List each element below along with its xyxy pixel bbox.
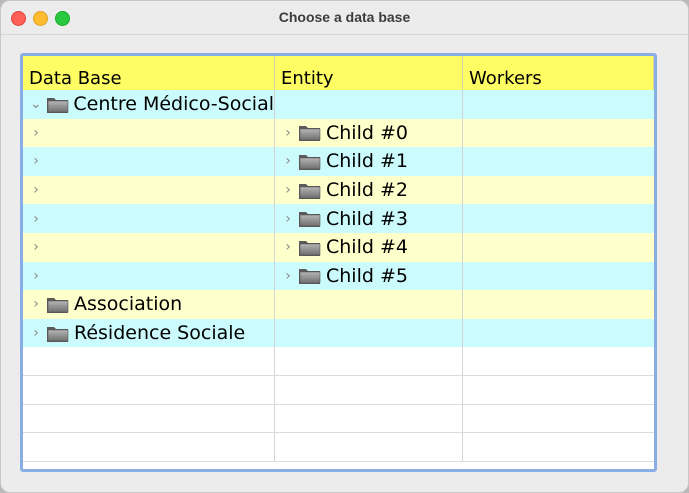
folder-icon xyxy=(46,95,70,114)
empty-row xyxy=(23,375,654,405)
chevron-right-icon[interactable]: › xyxy=(280,153,296,169)
folder-icon xyxy=(46,295,70,314)
folder-icon xyxy=(298,123,322,142)
empty-row xyxy=(23,347,654,376)
workers-cell[interactable] xyxy=(463,319,654,348)
outline-grid: Data Base Entity Workers ⌄ Centre Médico-… xyxy=(23,56,654,462)
entity-cell[interactable]: › Child #1 xyxy=(275,147,463,176)
chevron-right-icon[interactable]: › xyxy=(28,268,44,284)
data-base-cell[interactable]: › xyxy=(23,261,275,291)
dialog-window: Choose a data base Data Base Entity Work… xyxy=(0,0,689,493)
empty-cell xyxy=(275,404,463,433)
row-label: Child #5 xyxy=(326,264,408,287)
data-base-cell[interactable]: › xyxy=(23,147,275,176)
data-base-cell[interactable]: › xyxy=(23,232,275,262)
entity-cell[interactable]: › Child #0 xyxy=(275,118,463,148)
chevron-right-icon[interactable]: › xyxy=(28,239,44,255)
entity-cell[interactable]: › Child #2 xyxy=(275,175,463,205)
table-row[interactable]: › Association xyxy=(23,290,654,319)
workers-cell[interactable] xyxy=(463,204,654,233)
table-row[interactable]: › Résidence Sociale xyxy=(23,318,654,348)
workers-cell[interactable] xyxy=(463,262,654,291)
folder-icon xyxy=(298,152,322,171)
empty-row xyxy=(23,433,654,462)
workers-cell[interactable] xyxy=(463,176,654,205)
chevron-right-icon[interactable]: › xyxy=(280,125,296,141)
empty-cell xyxy=(275,433,463,461)
empty-cell xyxy=(463,433,654,461)
entity-cell[interactable] xyxy=(275,290,463,319)
column-header-workers[interactable]: Workers xyxy=(463,56,654,90)
chevron-right-icon[interactable]: › xyxy=(28,211,44,227)
chevron-right-icon[interactable]: › xyxy=(280,268,296,284)
entity-cell[interactable] xyxy=(275,90,463,119)
table-row[interactable]: › › Child #3 xyxy=(23,204,654,233)
empty-cell xyxy=(463,405,654,433)
workers-cell[interactable] xyxy=(463,119,654,148)
chevron-right-icon[interactable]: › xyxy=(280,239,296,255)
table-row[interactable]: › › Child #2 xyxy=(23,175,654,205)
empty-cell xyxy=(463,376,654,404)
empty-cell xyxy=(23,347,275,375)
row-label: Association xyxy=(74,293,183,316)
row-label: Child #0 xyxy=(326,121,408,144)
chevron-right-icon[interactable]: › xyxy=(28,153,44,169)
workers-cell[interactable] xyxy=(463,90,654,119)
table-row[interactable]: › › Child #5 xyxy=(23,261,654,291)
data-base-cell[interactable]: › xyxy=(23,118,275,148)
chevron-right-icon[interactable]: › xyxy=(28,296,44,312)
empty-cell xyxy=(463,347,654,375)
table-row[interactable]: › › Child #1 xyxy=(23,147,654,176)
entity-cell[interactable]: › Child #4 xyxy=(275,232,463,262)
empty-cell xyxy=(23,404,275,433)
row-label: Centre Médico-Social xyxy=(73,93,274,116)
folder-icon xyxy=(298,181,322,200)
row-label: Résidence Sociale xyxy=(74,322,246,345)
folder-icon xyxy=(298,266,322,285)
data-base-cell[interactable]: ⌄ Centre Médico-Social xyxy=(23,90,275,119)
chevron-right-icon[interactable]: › xyxy=(28,182,44,198)
column-header-entity[interactable]: Entity xyxy=(275,56,463,90)
row-label: Child #4 xyxy=(326,236,408,259)
empty-cell xyxy=(23,375,275,404)
entity-cell[interactable] xyxy=(275,318,463,348)
row-label: Child #3 xyxy=(326,207,408,230)
window-title: Choose a data base xyxy=(278,9,411,25)
empty-cell xyxy=(275,375,463,404)
row-label: Child #1 xyxy=(326,150,408,173)
table-row[interactable]: ⌄ Centre Médico-Social xyxy=(23,90,654,119)
row-label: Child #2 xyxy=(326,179,408,202)
chevron-right-icon[interactable]: › xyxy=(280,211,296,227)
workers-cell[interactable] xyxy=(463,147,654,176)
data-base-cell[interactable]: › xyxy=(23,204,275,233)
empty-cell xyxy=(23,433,275,461)
empty-row xyxy=(23,404,654,434)
table-row[interactable]: › › Child #0 xyxy=(23,118,654,148)
folder-icon xyxy=(46,324,70,343)
chevron-right-icon[interactable]: › xyxy=(28,125,44,141)
workers-cell[interactable] xyxy=(463,290,654,319)
table-header: Data Base Entity Workers xyxy=(23,56,654,90)
title-bar[interactable]: Choose a data base xyxy=(1,1,688,35)
empty-cell xyxy=(275,347,463,375)
data-base-cell[interactable]: › Association xyxy=(23,290,275,319)
chevron-down-icon[interactable]: ⌄ xyxy=(28,96,44,112)
data-base-cell[interactable]: › Résidence Sociale xyxy=(23,318,275,348)
workers-cell[interactable] xyxy=(463,233,654,262)
database-outline-view[interactable]: Data Base Entity Workers ⌄ Centre Médico-… xyxy=(20,53,657,472)
folder-icon xyxy=(298,238,322,257)
data-base-cell[interactable]: › xyxy=(23,175,275,205)
entity-cell[interactable]: › Child #3 xyxy=(275,204,463,233)
table-row[interactable]: › › Child #4 xyxy=(23,232,654,262)
column-header-data-base[interactable]: Data Base xyxy=(23,56,275,90)
chevron-right-icon[interactable]: › xyxy=(280,182,296,198)
entity-cell[interactable]: › Child #5 xyxy=(275,261,463,291)
chevron-right-icon[interactable]: › xyxy=(28,325,44,341)
folder-icon xyxy=(298,209,322,228)
